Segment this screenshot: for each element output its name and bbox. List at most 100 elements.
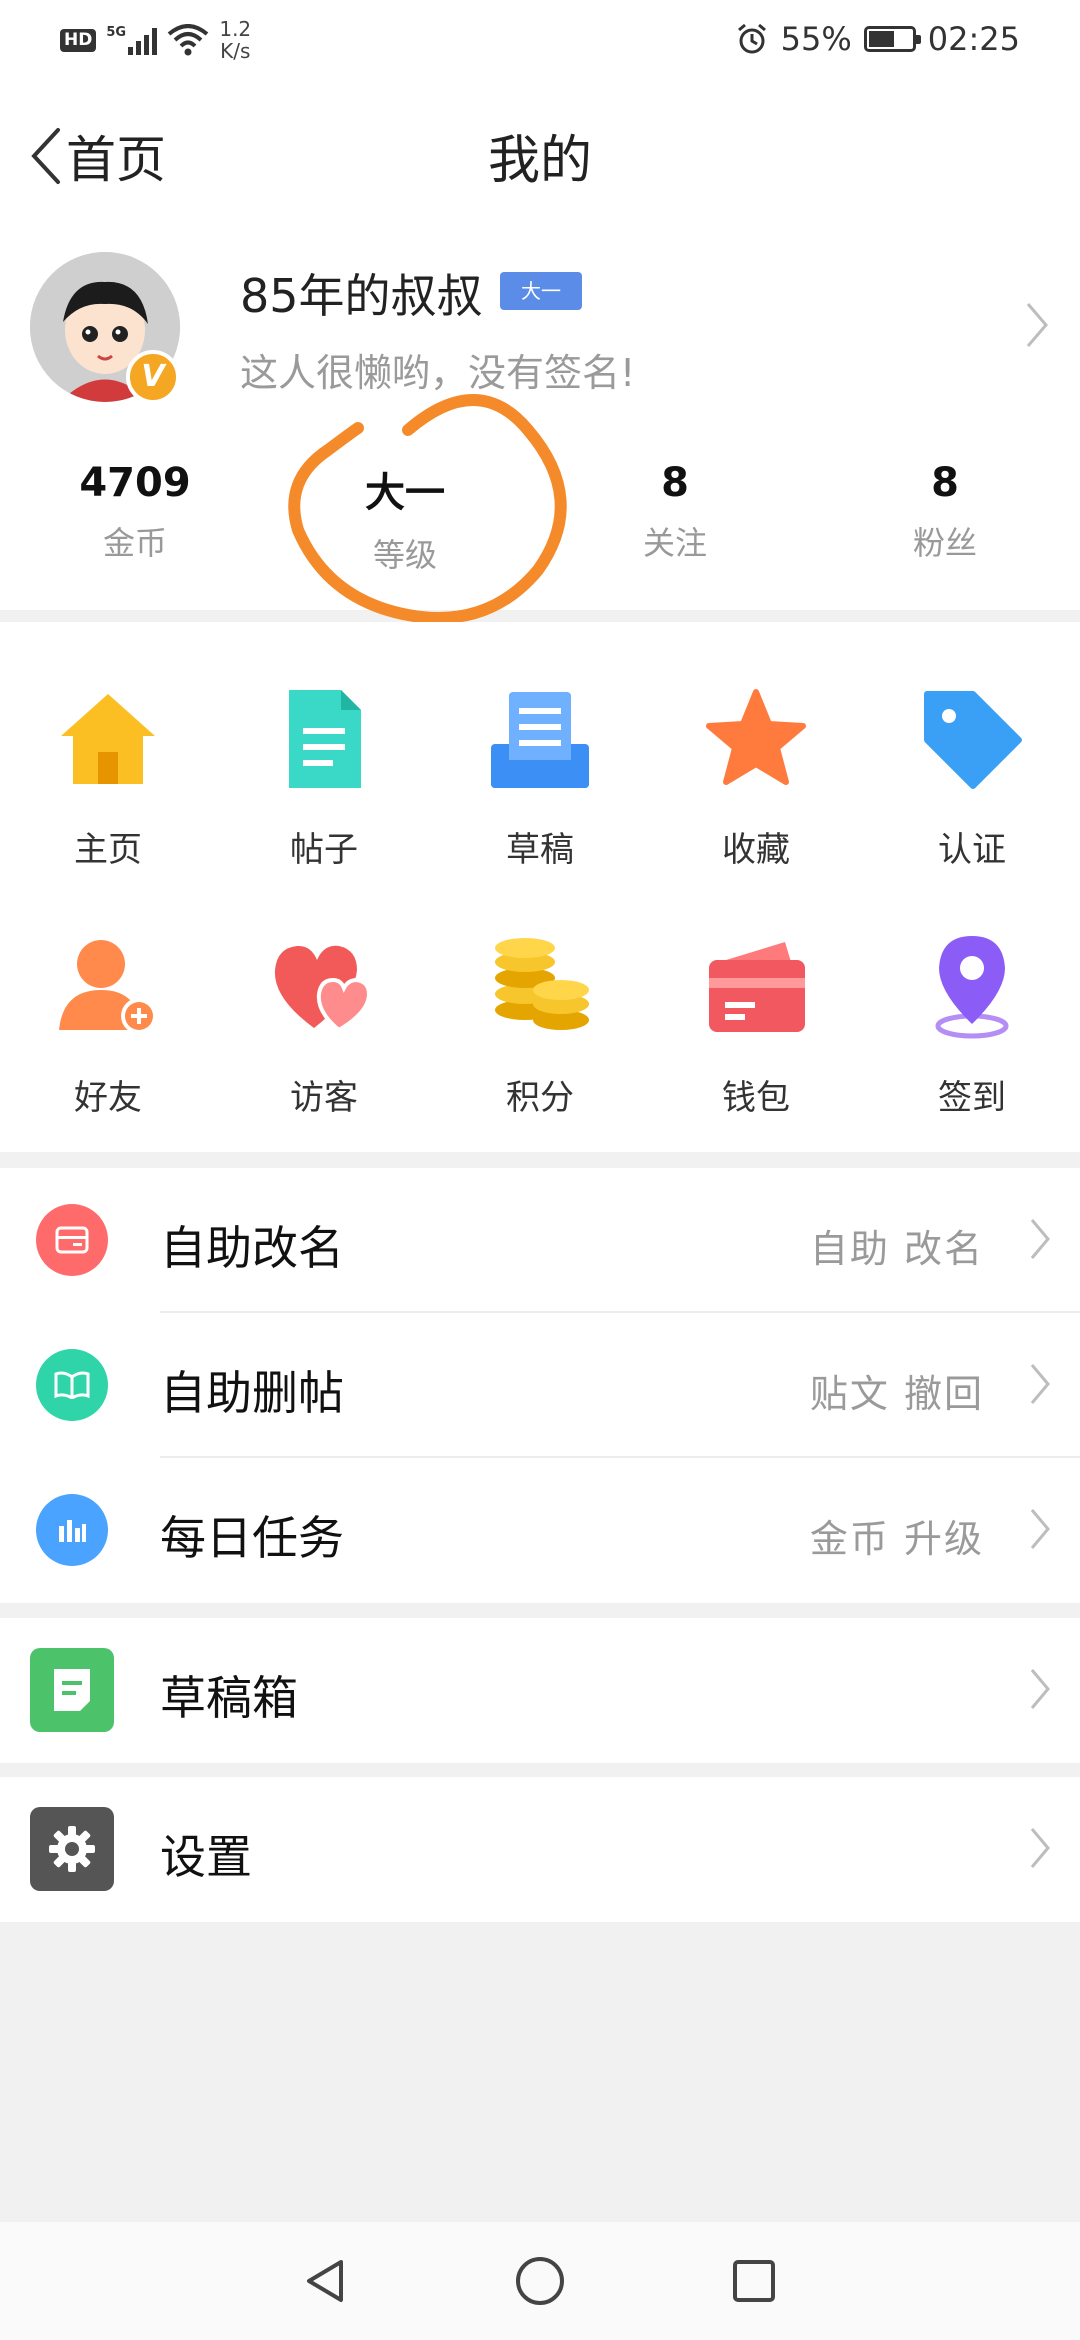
grid-item-verify[interactable]: 认证: [864, 684, 1080, 871]
feature-grid: 主页 帖子 草稿 收藏 认证 好友 访客 积分 钱包 签到: [0, 622, 1080, 1152]
post-icon: [289, 690, 361, 788]
home-icon: [61, 694, 155, 784]
status-right: 55% 02:25: [735, 20, 1020, 58]
chevron-right-icon: [1030, 1828, 1050, 1868]
stat-label: 关注: [642, 524, 707, 562]
profile-section: V 85年的叔叔 大一 这人很懒哟，没有签名! 4709 金币 大一 等级 8 …: [0, 230, 1080, 624]
menu-label: 每日任务: [160, 1511, 344, 1565]
grid-label: 访客: [290, 1078, 358, 1118]
menu-label: 草稿箱: [160, 1671, 298, 1725]
circle-home-icon: [516, 2257, 564, 2305]
gear-icon: [30, 1807, 114, 1891]
bar-chart-icon: [36, 1494, 108, 1566]
menu-hint: 金币 升级: [809, 1517, 984, 1561]
grid-item-friends[interactable]: 好友: [0, 932, 216, 1119]
add-friend-icon: [59, 940, 157, 1034]
chevron-right-icon: [1030, 1669, 1050, 1709]
menu-label: 自助删帖: [160, 1366, 344, 1420]
drafts-box-icon: [30, 1648, 114, 1732]
settings-card: 设置: [0, 1777, 1080, 1922]
status-left: HD 5G 1.2 K/s: [60, 18, 251, 62]
tag-icon: [924, 691, 1022, 789]
grid-label: 收藏: [722, 830, 790, 870]
grid-label: 好友: [74, 1078, 142, 1118]
grid-label: 草稿: [506, 830, 574, 870]
grid-item-wallet[interactable]: 钱包: [648, 932, 864, 1119]
battery-percent: 55%: [780, 20, 852, 58]
stat-fans[interactable]: 8 粉丝: [810, 460, 1080, 576]
square-recents-icon: [733, 2260, 775, 2302]
grid-item-home[interactable]: 主页: [0, 684, 216, 871]
menu-item-drafts[interactable]: 草稿箱: [0, 1618, 1080, 1763]
grid-row-1: 主页 帖子 草稿 收藏 认证: [0, 684, 1080, 871]
stat-label: 粉丝: [912, 524, 977, 562]
grid-item-checkin[interactable]: 签到: [864, 932, 1080, 1119]
speed-value: 1.2: [219, 17, 252, 41]
wifi-icon: [168, 24, 209, 56]
alarm-icon: [737, 23, 766, 54]
level-tag: 大一: [500, 272, 582, 310]
menu-hint: 自助 改名: [809, 1227, 984, 1271]
page-title: 我的: [487, 131, 592, 191]
stat-following[interactable]: 8 关注: [540, 460, 810, 576]
menu-item-delete-post[interactable]: 自助删帖 贴文 撤回: [0, 1313, 1080, 1458]
coins-icon: [495, 938, 589, 1030]
profile-stats: 4709 金币 大一 等级 8 关注 8 粉丝: [0, 460, 1080, 576]
system-nav-bar: [0, 2222, 1080, 2340]
network-speed: 1.2 K/s: [219, 18, 251, 62]
network-type: 5G: [106, 25, 127, 40]
wallet-icon: [709, 942, 805, 1032]
menu-label: 自助改名: [160, 1221, 344, 1275]
stat-value: 8: [661, 460, 689, 506]
chevron-right-icon: [1030, 1364, 1050, 1404]
profile-chevron-right-icon[interactable]: [1024, 300, 1050, 350]
grid-row-2: 好友 访客 积分 钱包 签到: [0, 932, 1080, 1119]
hd-indicator: HD: [60, 28, 97, 52]
rename-card-icon: [36, 1204, 108, 1276]
stat-label: 金币: [102, 524, 167, 562]
draft-icon: [491, 692, 589, 788]
chevron-right-icon: [1030, 1509, 1050, 1549]
stat-level[interactable]: 大一 等级: [270, 460, 540, 576]
grid-item-visitors[interactable]: 访客: [216, 932, 432, 1119]
nav-home-button[interactable]: [508, 2249, 572, 2313]
service-list: 自助改名 自助 改名 自助删帖 贴文 撤回 每日任务 金币 升级: [0, 1168, 1080, 1603]
grid-item-drafts[interactable]: 草稿: [432, 684, 648, 871]
app-header: 首页 我的: [0, 80, 1080, 230]
visitor-heart-icon: [274, 945, 372, 1033]
nav-back-button[interactable]: [294, 2249, 358, 2313]
speed-unit: K/s: [220, 39, 251, 63]
grid-item-favorites[interactable]: 收藏: [648, 684, 864, 871]
grid-item-posts[interactable]: 帖子: [216, 684, 432, 871]
menu-item-settings[interactable]: 设置: [0, 1777, 1080, 1922]
grid-label: 积分: [506, 1078, 574, 1118]
nav-recents-button[interactable]: [722, 2249, 786, 2313]
signature: 这人很懒哟，没有签名!: [240, 351, 636, 395]
stat-value: 大一: [365, 470, 445, 516]
stat-value: 4709: [79, 460, 191, 506]
menu-item-daily-tasks[interactable]: 每日任务 金币 升级: [0, 1458, 1080, 1603]
verified-badge: V: [126, 350, 180, 404]
grid-label: 认证: [938, 830, 1006, 870]
signal-icon: 5G: [106, 25, 158, 55]
triangle-back-icon: [307, 2260, 343, 2302]
book-icon: [36, 1349, 108, 1421]
location-pin-icon: [935, 936, 1009, 1039]
grid-label: 签到: [938, 1078, 1006, 1118]
stat-value: 8: [931, 460, 959, 506]
chevron-right-icon: [1030, 1219, 1050, 1259]
grid-label: 帖子: [290, 830, 358, 870]
status-bar: HD 5G 1.2 K/s 55% 02:25: [0, 0, 1080, 80]
grid-item-points[interactable]: 积分: [432, 932, 648, 1119]
menu-item-rename[interactable]: 自助改名 自助 改名: [0, 1168, 1080, 1313]
battery-icon: [863, 26, 921, 52]
grid-label: 主页: [74, 830, 142, 870]
star-icon: [706, 689, 806, 785]
stat-coins[interactable]: 4709 金币: [0, 460, 270, 576]
menu-label: 设置: [160, 1830, 252, 1884]
stat-label: 等级: [372, 536, 437, 574]
username: 85年的叔叔: [240, 269, 483, 323]
menu-hint: 贴文 撤回: [809, 1372, 984, 1416]
clock: 02:25: [927, 20, 1020, 58]
drafts-card: 草稿箱: [0, 1618, 1080, 1763]
